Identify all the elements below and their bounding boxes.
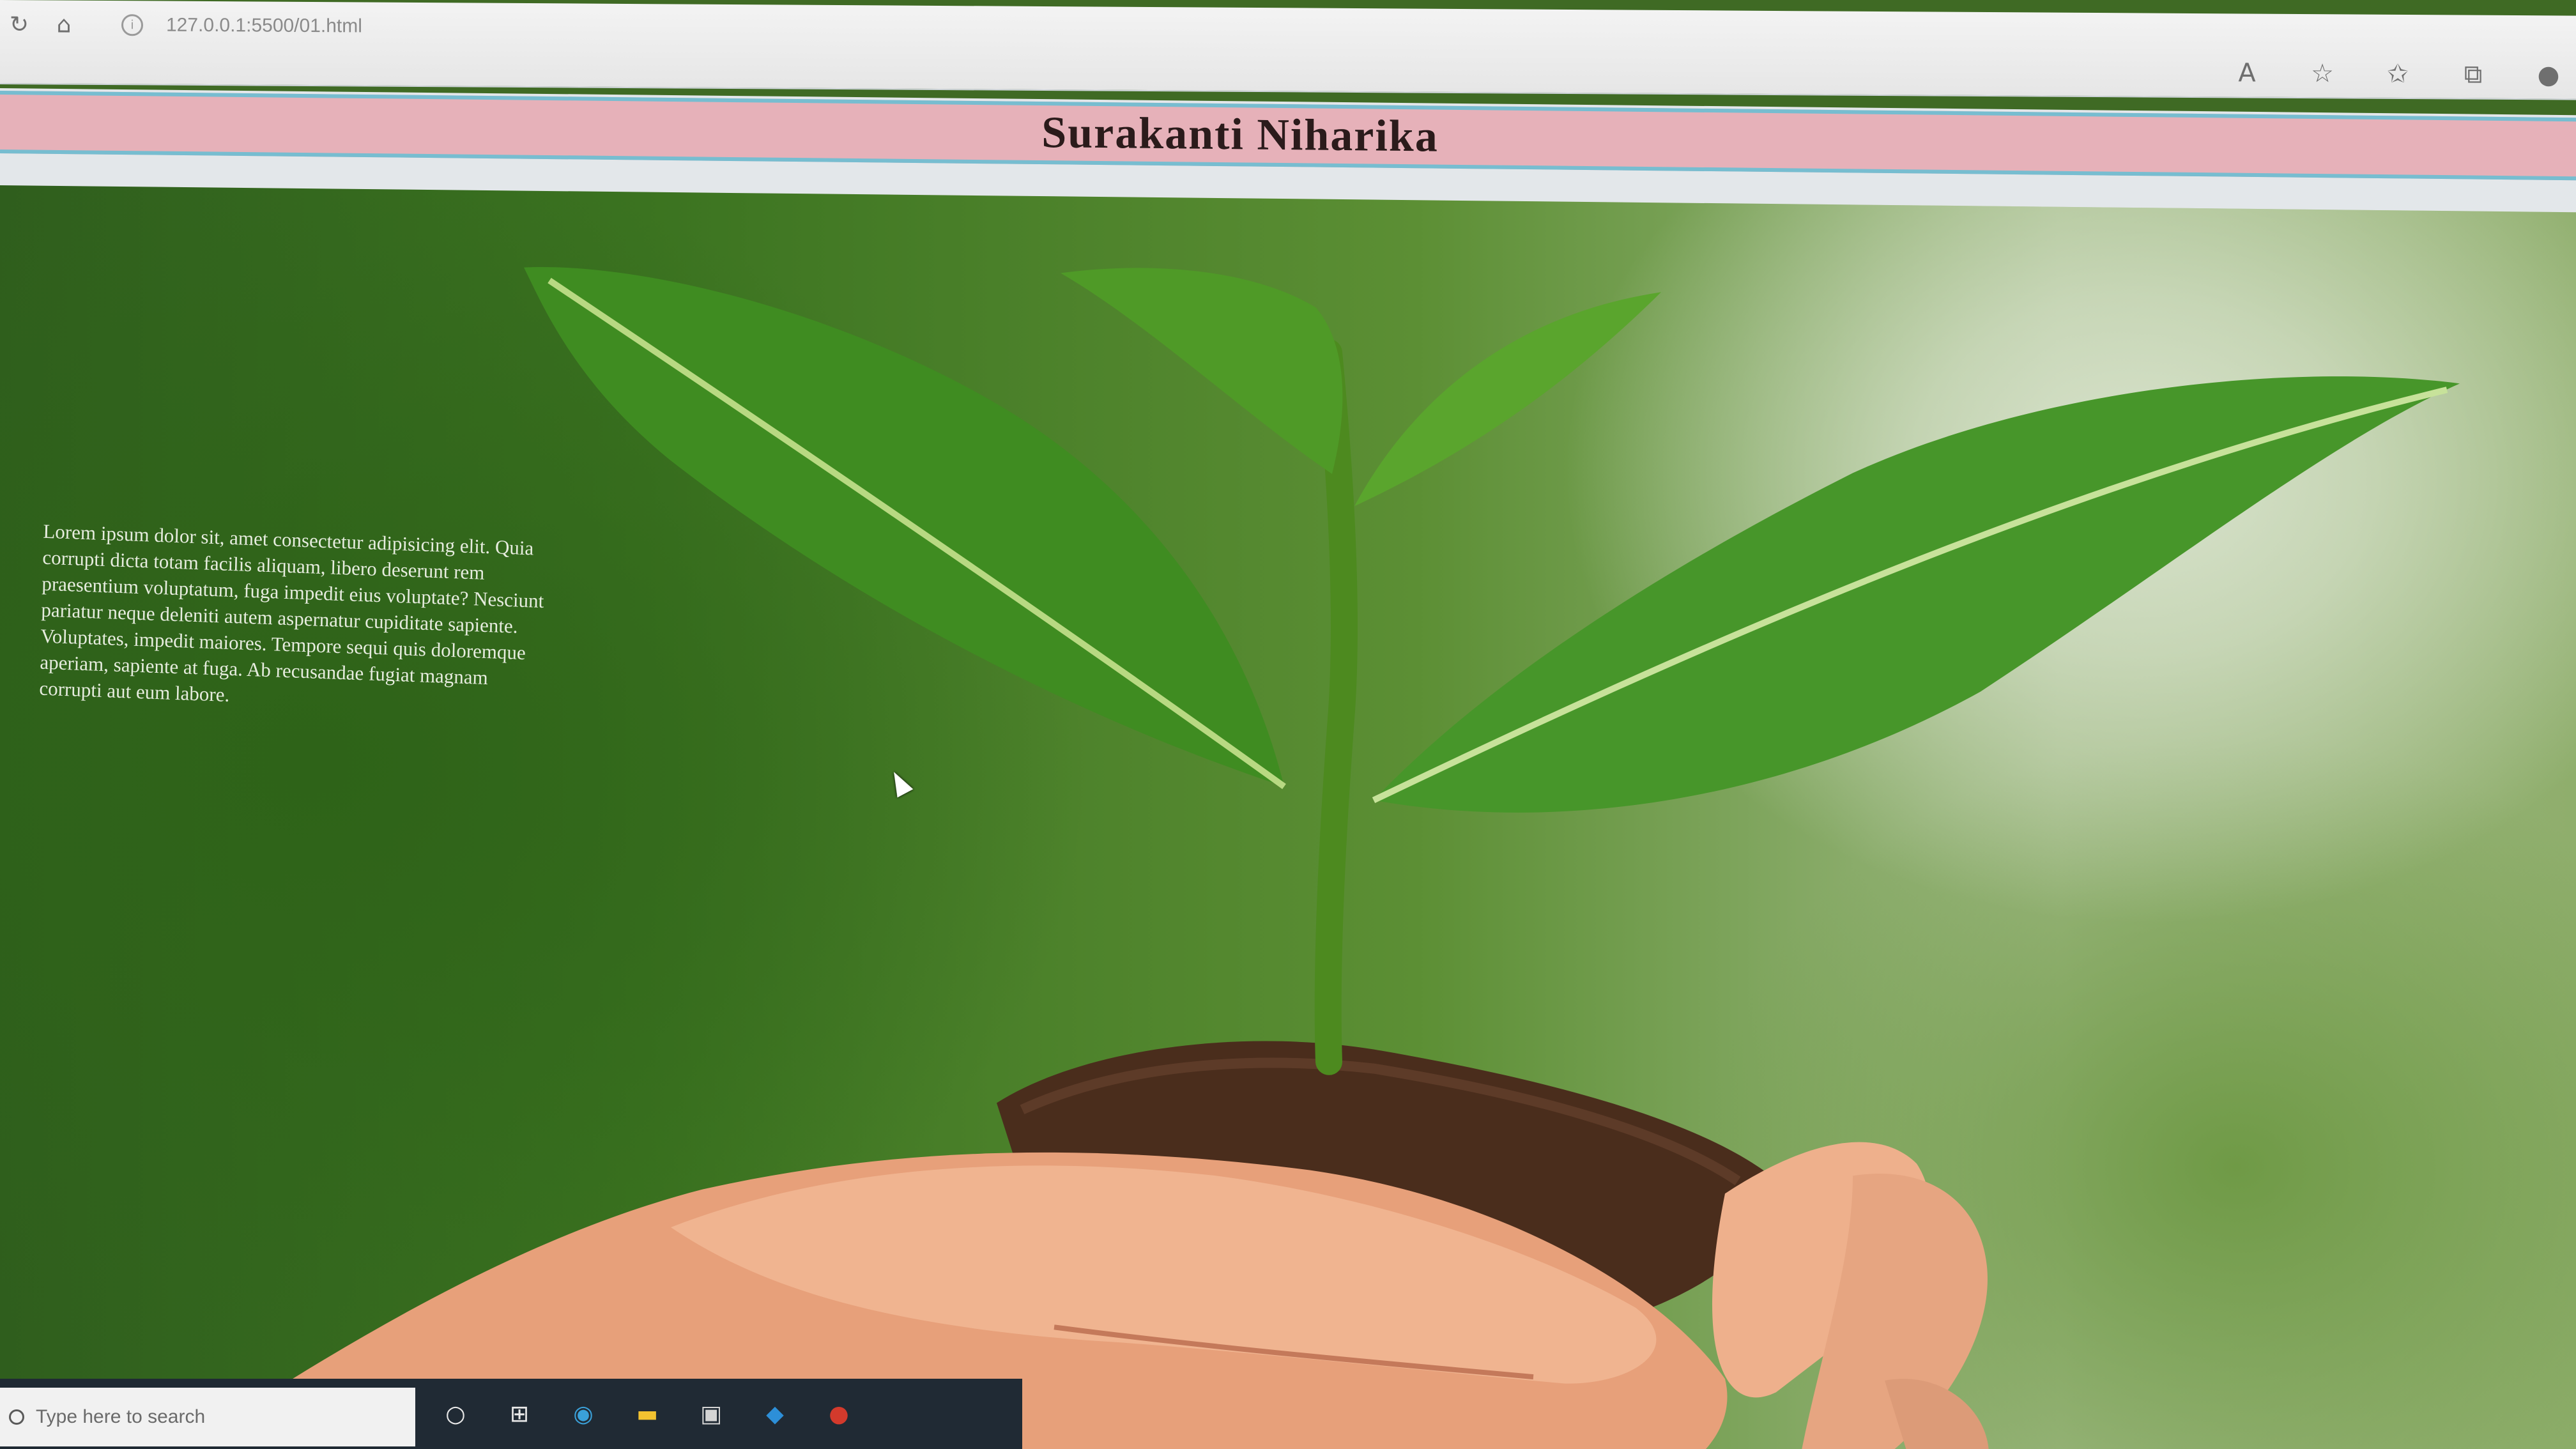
page-title: Surakanti Niharika [1041, 108, 1439, 162]
task-view-icon[interactable]: ⊞ [505, 1399, 534, 1429]
home-icon[interactable]: ⌂ [45, 5, 83, 43]
chrome-icon[interactable]: ● [824, 1399, 854, 1429]
vscode-icon[interactable]: ◆ [760, 1399, 790, 1429]
cortana-icon[interactable]: ○ [441, 1399, 470, 1429]
intro-paragraph: Lorem ipsum dolor sit, amet consectetur … [39, 519, 544, 706]
edge-browser-icon[interactable]: ◉ [569, 1399, 598, 1429]
hero-image: Lorem ipsum dolor sit, amet consectetur … [0, 185, 2576, 1449]
store-icon[interactable]: ▣ [696, 1399, 726, 1429]
search-placeholder: Type here to search [36, 1406, 206, 1427]
taskbar: Type here to search ○ ⊞ ◉ ▬ ▣ ◆ ● [0, 1379, 1022, 1449]
web-page: Surakanti Niharika Lorem ipsum dolor sit… [0, 77, 2576, 1449]
refresh-icon[interactable]: ↻ [0, 5, 38, 43]
toolbar-right-icons: A ☆ ✩ ⧉ ● [2227, 53, 2576, 95]
read-aloud-icon[interactable]: A [2227, 53, 2267, 93]
file-explorer-icon[interactable]: ▬ [632, 1399, 662, 1429]
search-icon [9, 1409, 24, 1425]
info-icon[interactable]: i [121, 14, 143, 36]
taskbar-search-input[interactable]: Type here to search [0, 1388, 415, 1446]
screen: ↻ ⌂ i 127.0.0.1:5500/01.html A ☆ ✩ ⧉ ● S… [0, 0, 2576, 1449]
address-bar[interactable]: i 127.0.0.1:5500/01.html [121, 7, 2198, 56]
plant-illustration [160, 267, 2460, 1449]
url-text: 127.0.0.1:5500/01.html [166, 14, 362, 37]
profile-icon[interactable]: ● [2529, 55, 2568, 95]
favorites-icon[interactable]: ✩ [2378, 54, 2418, 94]
add-favorite-icon[interactable]: ☆ [2303, 54, 2342, 93]
collections-icon[interactable]: ⧉ [2453, 54, 2493, 94]
taskbar-icons: ○ ⊞ ◉ ▬ ▣ ◆ ● [415, 1399, 854, 1429]
